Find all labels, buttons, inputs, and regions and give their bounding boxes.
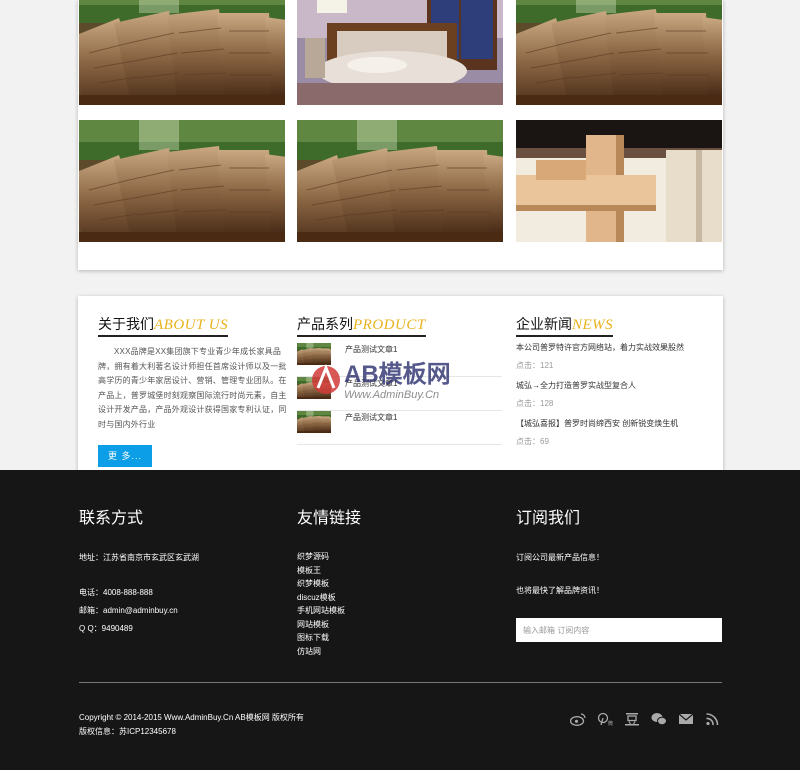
about-column: 关于我们ABOUT US XXX品牌是XX集团旗下专业青少年成长家具品牌，拥有着… <box>98 314 288 467</box>
product-thumbnail[interactable] <box>297 411 331 433</box>
info-section: 关于我们ABOUT US XXX品牌是XX集团旗下专业青少年成长家具品牌，拥有着… <box>78 296 723 471</box>
friend-link[interactable]: discuz模板 <box>297 591 497 605</box>
subscribe-email-input[interactable] <box>516 618 722 642</box>
friend-links: 织梦源码 模板王 织梦模板 discuz模板 手机网站模板 网站模板 图标下载 … <box>297 550 497 658</box>
about-title-cn: 关于我们 <box>98 316 154 332</box>
friend-link[interactable]: 织梦源码 <box>297 550 497 564</box>
footer-contact: 联系方式 地址：江苏省南京市玄武区玄武湖 电话：4008-888-888 邮箱：… <box>79 504 279 634</box>
subscribe-line-1: 订阅公司最新产品信息！ <box>516 553 604 562</box>
news-title: 企业新闻NEWS <box>516 314 614 337</box>
list-item: 本公司普罗特许官方网络站，着力实战效果股然 点击：121 <box>516 342 711 380</box>
news-hits: 点击：128 <box>516 399 554 408</box>
footer: 联系方式 地址：江苏省南京市玄武区玄武湖 电话：4008-888-888 邮箱：… <box>0 470 800 770</box>
product-title: 产品系列PRODUCT <box>297 314 426 337</box>
product-title-en: PRODUCT <box>353 317 426 333</box>
log-stack-photo <box>297 377 331 399</box>
contact-qq: Q Q：9490489 <box>79 624 133 633</box>
subscribe-title: 订阅我们 <box>516 510 581 527</box>
list-item: 城弘→全力打造普罗实战型复合人 点击：128 <box>516 380 711 418</box>
news-hits: 点击：69 <box>516 437 549 446</box>
news-link[interactable]: 城弘→全力打造普罗实战型复合人 <box>516 380 711 391</box>
friend-link[interactable]: 图标下载 <box>297 631 497 645</box>
list-item[interactable]: 产品测试文章1 <box>297 377 502 411</box>
icp-text: 版权信息：苏ICP12345678 <box>79 727 176 736</box>
friend-link[interactable]: 织梦模板 <box>297 577 497 591</box>
product-gallery <box>78 0 723 270</box>
contact-phone: 电话：4008-888-888 <box>79 588 153 597</box>
footer-subscribe: 订阅我们 订阅公司最新产品信息！ 也将最快了解品牌资讯！ <box>516 504 722 642</box>
about-title: 关于我们ABOUT US <box>98 314 229 337</box>
list-item[interactable]: 产品测试文章1 <box>297 343 502 377</box>
bedroom-photo <box>297 0 503 105</box>
douban-icon[interactable] <box>623 711 641 727</box>
gallery-item-log-stack[interactable] <box>79 0 285 105</box>
more-button[interactable]: 更 多... <box>98 445 152 467</box>
contact-title: 联系方式 <box>79 510 144 527</box>
product-link[interactable]: 产品测试文章1 <box>345 344 397 355</box>
wood-joint-photo <box>516 120 722 242</box>
friend-link[interactable]: 模板王 <box>297 564 497 578</box>
svg-text:微: 微 <box>608 720 613 726</box>
news-column: 企业新闻NEWS 本公司普罗特许官方网络站，着力实战效果股然 点击：121 城弘… <box>516 314 711 456</box>
product-list: 产品测试文章1 产品测试文章1 产品测试文章1 <box>297 343 502 445</box>
product-title-cn: 产品系列 <box>297 316 353 332</box>
gallery-item-wood-joint[interactable] <box>516 120 722 242</box>
news-title-en: NEWS <box>572 317 614 333</box>
friend-link[interactable]: 仿站网 <box>297 645 497 659</box>
about-text: XXX品牌是XX集团旗下专业青少年成长家具品牌，拥有着大利著名设计师担任首席设计… <box>98 347 287 429</box>
links-title: 友情链接 <box>297 510 362 527</box>
log-stack-photo <box>297 120 503 242</box>
wechat-icon[interactable] <box>650 711 668 727</box>
product-link[interactable]: 产品测试文章1 <box>345 378 397 389</box>
tencent-weibo-icon[interactable]: 微 <box>596 711 614 727</box>
news-list: 本公司普罗特许官方网络站，着力实战效果股然 点击：121 城弘→全力打造普罗实战… <box>516 342 711 456</box>
weibo-icon[interactable] <box>569 711 587 727</box>
social-icons: 微 <box>569 711 722 727</box>
about-title-en: ABOUT US <box>154 317 229 333</box>
contact-email: 邮箱：admin@adminbuy.cn <box>79 606 178 615</box>
contact-address: 地址：江苏省南京市玄武区玄武湖 <box>79 553 199 562</box>
footer-links: 友情链接 织梦源码 模板王 织梦模板 discuz模板 手机网站模板 网站模板 … <box>297 504 497 658</box>
friend-link[interactable]: 网站模板 <box>297 618 497 632</box>
news-title-cn: 企业新闻 <box>516 316 572 332</box>
list-item: 【城弘喜报】普罗时尚缔西安 创新锐变焕生机 点击：69 <box>516 418 711 456</box>
gallery-item-bedroom[interactable] <box>297 0 503 105</box>
product-link[interactable]: 产品测试文章1 <box>345 412 397 423</box>
subscribe-line-2: 也将最快了解品牌资讯！ <box>516 586 604 595</box>
log-stack-photo <box>297 411 331 433</box>
gallery-item-log-stack[interactable] <box>297 120 503 242</box>
product-column: 产品系列PRODUCT 产品测试文章1 产品测试文章1 产品测试文章1 <box>297 314 502 445</box>
copyright-block: Copyright © 2014-2015 Www.AdminBuy.Cn AB… <box>79 711 304 739</box>
gallery-item-log-stack[interactable] <box>79 120 285 242</box>
list-item[interactable]: 产品测试文章1 <box>297 411 502 445</box>
copyright-text: Copyright © 2014-2015 Www.AdminBuy.Cn AB… <box>79 713 304 722</box>
rss-icon[interactable] <box>704 711 722 727</box>
gallery-item-log-stack[interactable] <box>516 0 722 105</box>
news-hits: 点击：121 <box>516 361 554 370</box>
mail-icon[interactable] <box>677 711 695 727</box>
news-link[interactable]: 【城弘喜报】普罗时尚缔西安 创新锐变焕生机 <box>516 418 711 429</box>
log-stack-photo <box>297 343 331 365</box>
log-stack-photo <box>79 120 285 242</box>
log-stack-photo <box>79 0 285 105</box>
news-link[interactable]: 本公司普罗特许官方网络站，着力实战效果股然 <box>516 342 711 353</box>
product-thumbnail[interactable] <box>297 343 331 365</box>
friend-link[interactable]: 手机网站模板 <box>297 604 497 618</box>
footer-divider <box>79 682 722 683</box>
log-stack-photo <box>516 0 722 105</box>
product-thumbnail[interactable] <box>297 377 331 399</box>
